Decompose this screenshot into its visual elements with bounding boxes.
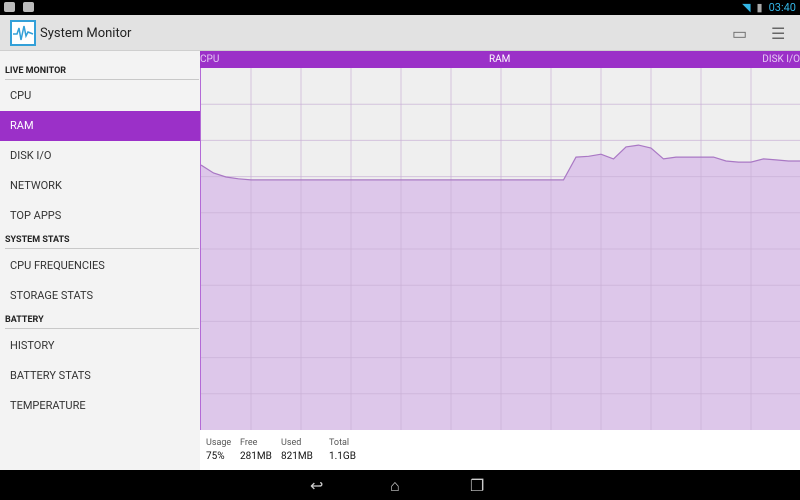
ram-chart-svg [200,68,800,430]
stat-total: Total 1.1GB [329,438,356,462]
stat-value: 75% [206,451,225,462]
status-bar: ◥ ▮ 03:40 [0,0,800,15]
wifi-icon: ◥ [742,1,751,14]
stat-label: Usage [206,438,232,448]
sidebar: LIVE MONITOR CPU RAM DISK I/O NETWORK TO… [0,51,200,470]
sidebar-item-disk-io[interactable]: DISK I/O [0,141,200,171]
sidebar-item-storage-stats[interactable]: STORAGE STATS [0,281,200,311]
stat-value: 1.1GB [329,451,356,462]
stat-value: 281MB [240,451,272,462]
tab-cpu[interactable]: CPU [200,51,219,68]
stat-label: Total [329,438,350,448]
clock: 03:40 [768,1,796,14]
stat-label: Free [240,438,258,448]
stat-label: Used [281,438,302,448]
stat-usage: Usage 75% [206,438,231,462]
recents-icon[interactable]: ❐ [470,476,484,495]
app-logo-icon[interactable] [10,20,36,46]
section-live-monitor: LIVE MONITOR [5,66,199,80]
image-notification-icon [4,2,15,12]
stats-panel: Usage 75% Free 281MB Used 821MB Total 1.1GB [200,430,800,470]
stat-free: Free 281MB [240,438,272,462]
display-icon[interactable]: ▭ [732,24,747,43]
sidebar-item-network[interactable]: NETWORK [0,171,200,201]
back-icon[interactable]: ↩ [310,476,323,495]
sidebar-item-temperature[interactable]: TEMPERATURE [0,391,200,421]
sidebar-item-top-apps[interactable]: TOP APPS [0,201,200,231]
tab-disk-io[interactable]: DISK I/O [762,51,800,68]
android-notification-icon [23,2,34,12]
main-panel: CPU RAM DISK I/O Usage 75% Free 281MB Used… [200,51,800,470]
sidebar-item-ram[interactable]: RAM [0,111,200,141]
sidebar-item-history[interactable]: HISTORY [0,331,200,361]
stat-used: Used 821MB [281,438,313,462]
tab-ram[interactable]: RAM [489,51,510,68]
settings-sliders-icon[interactable]: ☰ [771,24,785,43]
home-icon[interactable]: ⌂ [390,476,400,496]
app-title: System Monitor [40,26,132,41]
chart-header: CPU RAM DISK I/O [200,51,800,68]
sidebar-item-cpu[interactable]: CPU [0,81,200,111]
battery-icon: ▮ [756,1,763,14]
action-bar: System Monitor ▭ ☰ [0,15,800,51]
section-battery: BATTERY [5,315,199,329]
ram-chart [200,68,800,430]
sidebar-item-cpu-frequencies[interactable]: CPU FREQUENCIES [0,251,200,281]
stat-value: 821MB [281,451,313,462]
sidebar-item-battery-stats[interactable]: BATTERY STATS [0,361,200,391]
navigation-bar: ↩ ⌂ ❐ [0,470,800,500]
section-system-stats: SYSTEM STATS [5,235,199,249]
